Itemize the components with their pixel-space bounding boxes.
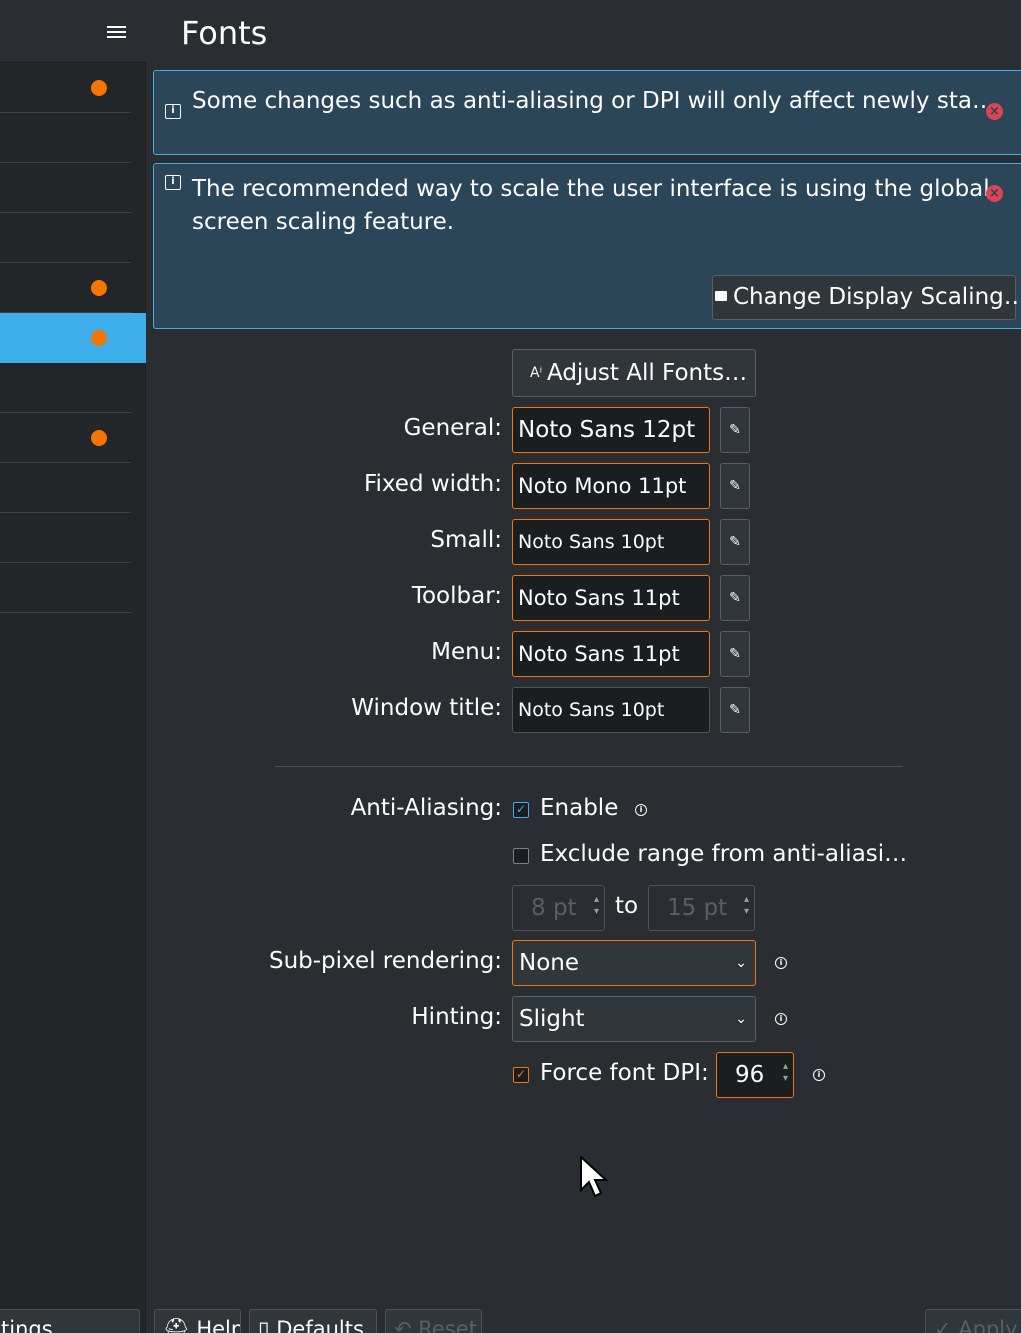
menu-font-field[interactable]: Noto Sans 11pt xyxy=(512,631,710,677)
message-text-line2: screen scaling feature. xyxy=(192,209,455,235)
sidebar-item[interactable] xyxy=(0,63,131,113)
hinting-value: Slight xyxy=(519,1006,585,1032)
changed-indicator-dot xyxy=(91,80,107,96)
sidebar-item[interactable] xyxy=(0,513,131,563)
exclude-range-checkbox[interactable] xyxy=(513,848,529,864)
sidebar-item[interactable] xyxy=(0,463,131,513)
edit-icon[interactable]: ✎ xyxy=(720,519,750,565)
small-font-label: Small: xyxy=(430,527,502,553)
general-font-label: General: xyxy=(403,415,502,441)
check-icon: ✓ xyxy=(515,1067,527,1081)
check-icon: ✓ xyxy=(515,802,527,816)
adjust-all-fonts-label: Adjust All Fonts… xyxy=(547,360,748,386)
message-text-line1: The recommended way to scale the user in… xyxy=(192,176,990,202)
edit-icon[interactable]: ✎ xyxy=(720,407,750,453)
sidebar-item[interactable] xyxy=(0,563,131,613)
document-icon: ▯ xyxy=(258,1317,277,1333)
sidebar-item[interactable] xyxy=(0,113,131,163)
undo-icon: ↶ xyxy=(394,1317,419,1333)
hinting-label: Hinting: xyxy=(411,1004,502,1030)
general-font-field[interactable]: Noto Sans 12pt xyxy=(512,407,710,453)
range-to-label: to xyxy=(615,893,639,919)
change-display-scaling-button[interactable]: Change Display Scaling… xyxy=(712,275,1021,320)
edit-icon[interactable]: ✎ xyxy=(720,631,750,677)
toolbar-font-label: Toolbar: xyxy=(411,583,502,609)
window-title-font-field[interactable]: Noto Sans 10pt xyxy=(512,687,710,733)
defaults-button[interactable]: ▯ Defaults xyxy=(249,1309,377,1333)
force-dpi-label: Force font DPI: xyxy=(540,1060,709,1086)
subpixel-rendering-label: Sub-pixel rendering: xyxy=(268,948,502,974)
subpixel-rendering-value: None xyxy=(519,950,580,976)
sidebar-item[interactable] xyxy=(0,163,131,213)
info-circle-icon[interactable]: i xyxy=(813,1069,825,1081)
changed-indicator-dot xyxy=(91,280,107,296)
changed-indicator-dot xyxy=(91,430,107,446)
menu-font-label: Menu: xyxy=(431,639,502,665)
sidebar: tings xyxy=(0,0,146,1333)
reset-button: ↶ Reset xyxy=(385,1309,482,1333)
edit-icon[interactable]: ✎ xyxy=(720,687,750,733)
close-icon[interactable]: × xyxy=(986,103,1003,120)
apply-label: Apply xyxy=(958,1317,1018,1333)
range-from-value: 8 pt xyxy=(531,895,577,921)
edit-icon[interactable]: ✎ xyxy=(720,463,750,509)
edit-icon[interactable]: ✎ xyxy=(720,575,750,621)
sidebar-item[interactable] xyxy=(0,263,131,313)
chevron-down-icon: ⌄ xyxy=(735,955,747,971)
section-divider xyxy=(275,766,903,767)
sidebar-item[interactable] xyxy=(0,213,131,263)
spin-arrows-icon: ▴ ▾ xyxy=(743,894,749,917)
force-dpi-checkbox[interactable]: ✓ xyxy=(513,1067,529,1083)
info-message-scaling: i The recommended way to scale the user … xyxy=(153,163,1021,329)
sidebar-item[interactable] xyxy=(0,413,131,463)
force-dpi-spinbox[interactable]: 96 ▴ ▾ xyxy=(716,1052,794,1098)
changed-indicator-dot xyxy=(91,330,107,346)
exclude-range-from-spinbox: 8 pt ▴ ▾ xyxy=(512,885,605,931)
help-label: Help xyxy=(196,1317,241,1333)
info-circle-icon[interactable]: i xyxy=(635,804,647,816)
font-icon: Aⁱ xyxy=(530,365,543,381)
close-icon[interactable]: × xyxy=(986,185,1003,202)
info-circle-icon[interactable]: i xyxy=(775,1013,787,1025)
fixed-width-font-field[interactable]: Noto Mono 11pt xyxy=(512,463,710,509)
sidebar-settings-label: tings xyxy=(1,1317,53,1333)
sidebar-settings-button[interactable]: tings xyxy=(0,1309,140,1333)
help-button[interactable]: ⛑ Help xyxy=(154,1309,241,1333)
hamburger-menu-icon[interactable] xyxy=(107,26,126,40)
info-icon: i xyxy=(165,175,181,190)
reset-label: Reset xyxy=(418,1317,477,1333)
spin-arrows-icon: ▴ ▾ xyxy=(782,1061,788,1084)
anti-aliasing-enable-label: Enable xyxy=(540,795,619,821)
range-to-value: 15 pt xyxy=(667,895,728,921)
sidebar-item-fonts[interactable] xyxy=(0,313,146,363)
sidebar-header xyxy=(0,0,146,63)
info-message-restart: i Some changes such as anti-aliasing or … xyxy=(153,70,1021,155)
chevron-down-icon: ⌄ xyxy=(735,1011,747,1027)
change-display-scaling-label: Change Display Scaling… xyxy=(733,284,1021,310)
spin-arrows-icon: ▴ ▾ xyxy=(593,894,599,917)
check-icon: ✓ xyxy=(934,1317,959,1333)
toolbar-font-field[interactable]: Noto Sans 11pt xyxy=(512,575,710,621)
anti-aliasing-label: Anti-Aliasing: xyxy=(350,795,502,821)
mouse-cursor-icon xyxy=(580,1156,608,1198)
exclude-range-label: Exclude range from anti-aliasi… xyxy=(540,841,908,867)
small-font-field[interactable]: Noto Sans 10pt xyxy=(512,519,710,565)
page-title: Fonts xyxy=(181,14,268,52)
anti-aliasing-enable-checkbox[interactable]: ✓ xyxy=(513,802,529,818)
defaults-label: Defaults xyxy=(276,1317,364,1333)
info-icon: i xyxy=(165,104,181,119)
dpi-value: 96 xyxy=(735,1062,765,1088)
message-text: Some changes such as anti-aliasing or DP… xyxy=(192,88,995,114)
apply-button: ✓ Apply xyxy=(925,1309,1021,1333)
subpixel-rendering-select[interactable]: None ⌄ xyxy=(512,940,756,986)
adjust-all-fonts-button[interactable]: Aⁱ Adjust All Fonts… xyxy=(512,349,756,397)
monitor-icon xyxy=(715,291,727,301)
sidebar-item[interactable] xyxy=(0,363,131,413)
help-icon: ⛑ xyxy=(163,1317,197,1333)
fixed-width-font-label: Fixed width: xyxy=(363,471,502,497)
exclude-range-to-spinbox: 15 pt ▴ ▾ xyxy=(648,885,755,931)
hinting-select[interactable]: Slight ⌄ xyxy=(512,996,756,1042)
window-title-font-label: Window title: xyxy=(351,695,502,721)
info-circle-icon[interactable]: i xyxy=(775,957,787,969)
